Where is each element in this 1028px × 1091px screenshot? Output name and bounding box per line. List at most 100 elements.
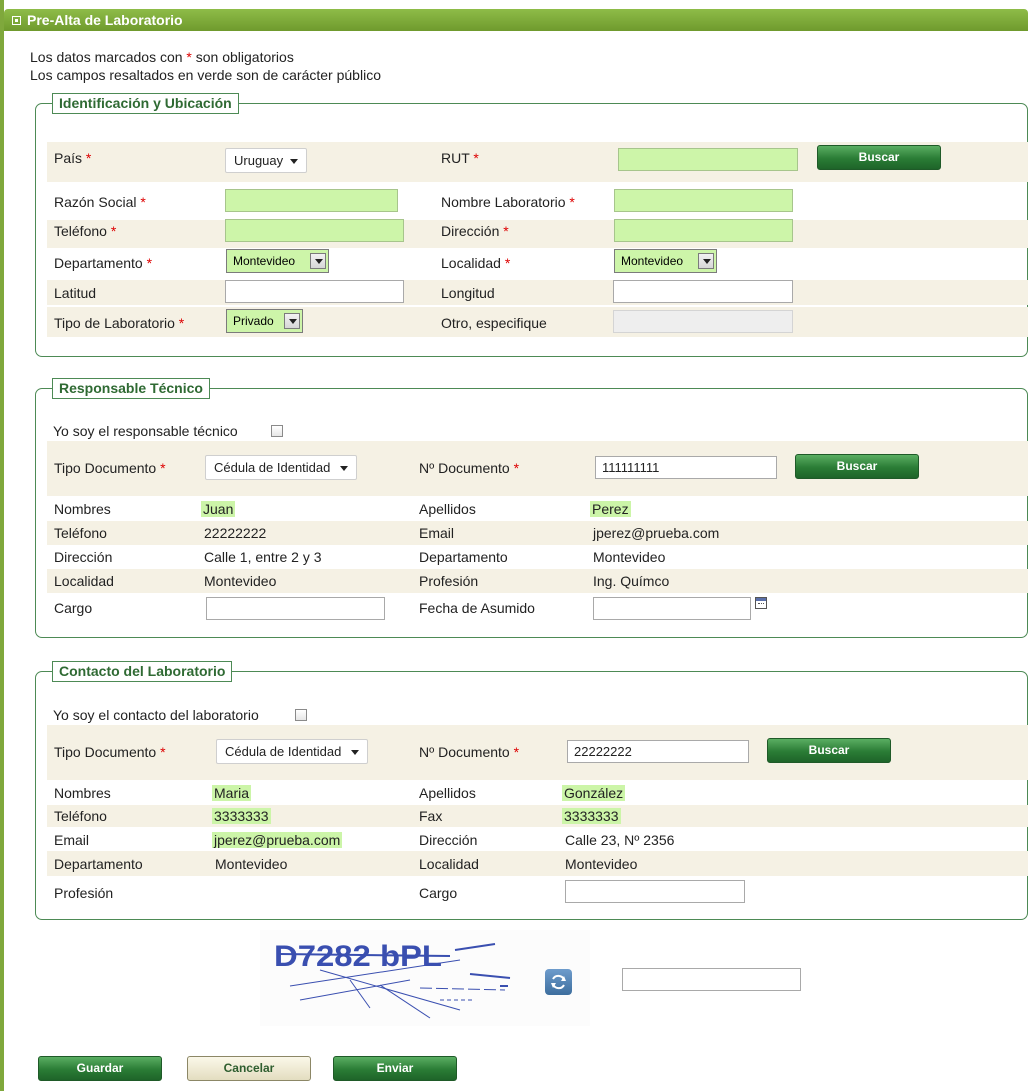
- localidad-label: Localidad: [419, 856, 479, 872]
- section-title: Responsable Técnico: [52, 378, 210, 399]
- row-band: [47, 851, 1028, 876]
- nro-documento-label: Nº Documento *: [419, 744, 520, 760]
- required-note: Los datos marcados con * son obligatorio…: [30, 49, 294, 65]
- departamento-label: Departamento: [54, 856, 143, 872]
- public-note: Los campos resaltados en verde son de ca…: [30, 67, 381, 83]
- contacto-buscar-button[interactable]: Buscar: [767, 738, 891, 763]
- responsable-checkbox-label: Yo soy el responsable técnico: [53, 423, 238, 439]
- direccion-label: Dirección: [54, 549, 113, 565]
- square-bullet-icon: [12, 16, 21, 25]
- razon-social-label: Razón Social *: [54, 194, 146, 210]
- cargo-label: Cargo: [419, 885, 458, 901]
- apellidos-value: González: [562, 785, 626, 801]
- apellidos-value: Perez: [590, 501, 631, 517]
- nombres-value: Maria: [212, 785, 252, 801]
- caret-down-icon: [290, 159, 298, 164]
- section-title: Identificación y Ubicación: [52, 93, 239, 114]
- captcha-input[interactable]: [622, 968, 801, 991]
- direccion-input[interactable]: [614, 219, 793, 242]
- localidad-select[interactable]: Montevideo: [614, 249, 717, 273]
- profesion-label: Profesión: [419, 573, 479, 589]
- pais-label: País *: [54, 150, 92, 166]
- fecha-asumido-input[interactable]: [593, 597, 751, 620]
- tipo-documento-select[interactable]: Cédula de Identidad: [205, 455, 357, 480]
- apellidos-label: Apellidos: [419, 785, 476, 801]
- departamento-value: Montevideo: [215, 856, 288, 872]
- departamento-select[interactable]: Montevideo: [226, 249, 329, 273]
- email-label: Email: [419, 525, 455, 541]
- enviar-button[interactable]: Enviar: [333, 1056, 457, 1081]
- rut-buscar-button[interactable]: Buscar: [817, 145, 941, 170]
- fecha-asumido-label: Fecha de Asumido: [419, 600, 535, 616]
- telefono-value: 22222222: [204, 525, 267, 541]
- contacto-checkbox-label: Yo soy el contacto del laboratorio: [53, 707, 259, 723]
- telefono-label: Teléfono: [54, 808, 107, 824]
- localidad-value: Montevideo: [565, 856, 638, 872]
- section-responsable-tecnico: Responsable Técnico: [35, 378, 1028, 638]
- telefono-input[interactable]: [225, 219, 404, 242]
- nombre-laboratorio-input[interactable]: [614, 189, 793, 212]
- contacto-checkbox[interactable]: [295, 709, 307, 721]
- departamento-label: Departamento *: [54, 255, 153, 271]
- departamento-value: Montevideo: [593, 549, 666, 565]
- direccion-label: Dirección *: [441, 223, 509, 239]
- responsable-buscar-button[interactable]: Buscar: [795, 454, 919, 479]
- responsable-checkbox[interactable]: [271, 425, 283, 437]
- page-title: Pre-Alta de Laboratorio: [27, 12, 183, 28]
- pais-select[interactable]: Uruguay: [225, 148, 307, 173]
- localidad-label: Localidad *: [441, 255, 511, 271]
- cargo-label: Cargo: [54, 600, 93, 616]
- nro-documento-label: Nº Documento *: [419, 460, 520, 476]
- latitud-input[interactable]: [225, 280, 404, 303]
- caret-down-icon: [284, 313, 300, 329]
- direccion-value: Calle 23, Nº 2356: [565, 832, 675, 848]
- nro-documento-input[interactable]: 22222222: [567, 740, 749, 763]
- row-band: [47, 569, 1028, 593]
- localidad-value: Montevideo: [204, 573, 277, 589]
- nro-documento-input[interactable]: 111111111: [595, 456, 777, 479]
- apellidos-label: Apellidos: [419, 501, 476, 517]
- cargo-input[interactable]: [565, 880, 745, 903]
- row-band: [47, 805, 1028, 827]
- refresh-icon[interactable]: [545, 969, 572, 995]
- caret-down-icon: [698, 253, 714, 269]
- longitud-input[interactable]: [613, 280, 793, 303]
- otro-especifique-input: [613, 310, 793, 333]
- direccion-label: Dirección: [419, 832, 478, 848]
- otro-especifique-label: Otro, especifique: [441, 315, 547, 331]
- row-band: [47, 521, 1028, 545]
- rut-input[interactable]: [618, 148, 798, 171]
- left-border: [0, 0, 4, 1091]
- section-contacto-laboratorio: Contacto del Laboratorio: [35, 661, 1028, 920]
- tipo-documento-select[interactable]: Cédula de Identidad: [216, 739, 368, 764]
- localidad-label: Localidad: [54, 573, 114, 589]
- cargo-input[interactable]: [206, 597, 385, 620]
- section-title: Contacto del Laboratorio: [52, 661, 233, 682]
- caret-down-icon: [340, 466, 348, 471]
- nombre-laboratorio-label: Nombre Laboratorio *: [441, 194, 575, 210]
- razon-social-input[interactable]: [225, 189, 398, 212]
- telefono-value: 3333333: [212, 808, 271, 824]
- nombres-value: Juan: [201, 501, 236, 517]
- row-band: [47, 220, 1028, 248]
- departamento-label: Departamento: [419, 549, 508, 565]
- direccion-value: Calle 1, entre 2 y 3: [204, 549, 322, 565]
- caret-down-icon: [310, 253, 326, 269]
- caret-down-icon: [351, 750, 359, 755]
- email-label: Email: [54, 832, 90, 848]
- guardar-button[interactable]: Guardar: [38, 1056, 162, 1081]
- tipo-documento-label: Tipo Documento *: [54, 460, 166, 476]
- profesion-label: Profesión: [54, 885, 114, 901]
- telefono-label: Teléfono: [54, 525, 107, 541]
- email-value: jperez@prueba.com: [212, 832, 343, 848]
- cancelar-button[interactable]: Cancelar: [187, 1056, 311, 1081]
- nombres-label: Nombres: [54, 501, 111, 517]
- latitud-label: Latitud: [54, 285, 97, 301]
- tipo-laboratorio-select[interactable]: Privado: [226, 309, 303, 333]
- rut-label: RUT *: [441, 150, 479, 166]
- fax-label: Fax: [419, 808, 443, 824]
- fax-value: 3333333: [562, 808, 621, 824]
- telefono-label: Teléfono *: [54, 223, 117, 239]
- longitud-label: Longitud: [441, 285, 495, 301]
- calendar-icon[interactable]: [755, 597, 767, 609]
